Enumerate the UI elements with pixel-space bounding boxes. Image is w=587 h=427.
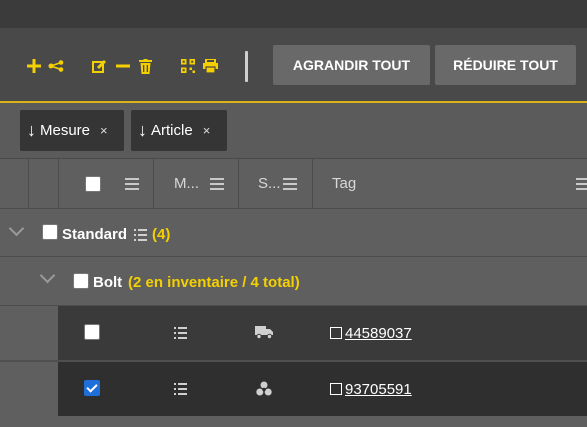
row-cells <box>58 362 587 416</box>
column-header-s[interactable]: S... <box>258 175 281 192</box>
column-menu-icon[interactable] <box>283 178 297 190</box>
tag-link[interactable]: 93705591 <box>330 381 412 398</box>
tree-icon[interactable] <box>47 56 65 76</box>
column-divider <box>58 159 59 208</box>
row-cells <box>58 306 587 360</box>
sort-down-icon: ↓ <box>27 120 36 140</box>
tag-square-icon <box>330 327 342 339</box>
group-checkbox[interactable] <box>42 224 58 240</box>
collapse-all-button[interactable]: RÉDUIRE TOUT <box>435 45 576 85</box>
group-count: (4) <box>152 226 171 243</box>
row-checkbox[interactable] <box>84 324 100 340</box>
sort-down-icon: ↓ <box>138 120 147 140</box>
list-icon[interactable] <box>173 383 187 395</box>
qr-icon[interactable] <box>180 56 196 76</box>
group-chip-article[interactable]: ↓ Article × <box>131 110 227 151</box>
minus-icon[interactable] <box>115 56 131 76</box>
column-divider <box>312 159 313 208</box>
table-bottom <box>0 416 587 427</box>
group-checkbox[interactable] <box>73 273 89 289</box>
column-divider <box>238 159 239 208</box>
top-band <box>0 0 587 29</box>
group-label: Bolt <box>93 274 123 291</box>
tag-square-icon <box>330 383 342 395</box>
expand-all-button[interactable]: AGRANDIR TOUT <box>273 45 430 85</box>
group-label: Standard <box>62 226 128 243</box>
column-header-tag[interactable]: Tag <box>332 175 356 192</box>
group-count: (2 en inventaire / 4 total) <box>128 274 300 291</box>
column-menu-icon[interactable] <box>125 178 139 190</box>
group-chip-label: Article <box>151 122 193 139</box>
close-icon[interactable]: × <box>203 123 211 138</box>
column-menu-icon[interactable] <box>210 178 224 190</box>
row-checkbox[interactable] <box>84 380 100 396</box>
biohazard-icon <box>256 381 272 401</box>
truck-icon <box>255 326 274 344</box>
column-header-m[interactable]: M... <box>174 175 199 192</box>
print-icon[interactable] <box>202 56 218 76</box>
edit-icon[interactable] <box>91 56 107 76</box>
tag-link[interactable]: 44589037 <box>330 325 412 342</box>
trash-icon[interactable] <box>137 56 153 76</box>
list-icon[interactable] <box>173 327 187 339</box>
group-chip-mesure[interactable]: ↓ Mesure × <box>20 110 124 151</box>
column-menu-icon[interactable] <box>576 178 587 190</box>
toolbar-divider <box>245 51 248 82</box>
close-icon[interactable]: × <box>100 123 108 138</box>
list-icon <box>133 229 147 241</box>
select-all-checkbox[interactable] <box>85 176 101 192</box>
column-divider <box>153 159 154 208</box>
column-divider <box>28 159 29 208</box>
plus-icon[interactable] <box>26 56 42 76</box>
group-chip-label: Mesure <box>40 122 91 139</box>
